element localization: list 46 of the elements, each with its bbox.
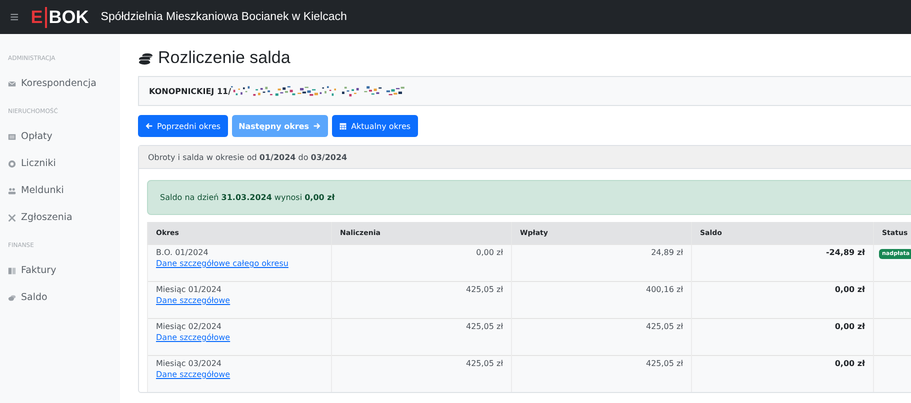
- logo-mark: E: [30, 6, 47, 28]
- table-cell: 400,16 zł: [512, 282, 692, 318]
- envelope-icon: [8, 80, 16, 88]
- right-arrow-icon: [313, 122, 322, 130]
- period-text: Miesiąc 01/2024: [156, 285, 223, 294]
- details-link[interactable]: Dane szczegółowe: [156, 333, 230, 342]
- page-title: Rozliczenie salda: [158, 48, 290, 68]
- people-icon: [8, 186, 16, 194]
- details-link[interactable]: Dane szczegółowe całego okresu: [156, 259, 288, 268]
- table-cell: 425,05 zł: [512, 356, 692, 392]
- details-link[interactable]: Dane szczegółowe: [156, 296, 230, 305]
- sidebar-item[interactable]: Liczniki: [0, 152, 120, 179]
- period-button[interactable]: Aktualny okres: [332, 115, 418, 137]
- left-arrow-icon: [145, 122, 153, 130]
- table-cell: 425,05 zł: [332, 282, 512, 318]
- balance-text: Saldo na dzień 31.03.2024 wynosi 0,00 zł: [160, 193, 335, 202]
- period-range-text: Obroty i salda w okresie od 01/2024 do 03/2024: [148, 152, 348, 162]
- sidebar-item[interactable]: Korespondencja: [0, 72, 120, 99]
- gauge-icon: [8, 160, 16, 168]
- table-cell: 0,00 zł: [692, 356, 874, 392]
- period-button[interactable]: Poprzedni okres: [138, 115, 228, 137]
- coins-icon: [8, 294, 16, 302]
- menu-button[interactable]: ≡: [10, 8, 19, 26]
- table-cell: 24,89 zł: [512, 244, 692, 282]
- organization-name: Spółdzielnia Mieszkaniowa Bocianek w Kielcach: [100, 11, 347, 23]
- sidebar-item[interactable]: Zgłoszenia: [0, 206, 120, 233]
- table-cell: 0,00 zł: [692, 282, 874, 318]
- period-text: Miesiąc 02/2024: [156, 322, 223, 331]
- details-link[interactable]: Dane szczegółowe: [156, 370, 230, 379]
- period-text: Miesiąc 03/2024: [156, 359, 223, 368]
- table-cell: 425,05 zł: [512, 318, 692, 356]
- table-cell: 425,05 zł: [332, 318, 512, 356]
- document-icon: [8, 132, 16, 140]
- coins-icon: [138, 50, 153, 66]
- address-text: KONOPNICKIEJ 11/: [149, 86, 231, 96]
- table-cell: 0,00 zł: [692, 318, 874, 356]
- period-text: B.O. 01/2024: [156, 248, 210, 257]
- logo-text: BOK: [48, 6, 89, 28]
- sidebar-item[interactable]: Saldo: [0, 286, 120, 313]
- sidebar-item[interactable]: Meldunki: [0, 179, 120, 206]
- sidebar-item[interactable]: Faktury: [0, 259, 120, 286]
- table-cell: -24,89 zł: [692, 244, 874, 282]
- sidebar-item[interactable]: Opłaty: [0, 125, 120, 152]
- table-cell: 0,00 zł: [332, 244, 512, 282]
- calendar-icon: [339, 122, 348, 130]
- table-cell: 425,05 zł: [332, 356, 512, 392]
